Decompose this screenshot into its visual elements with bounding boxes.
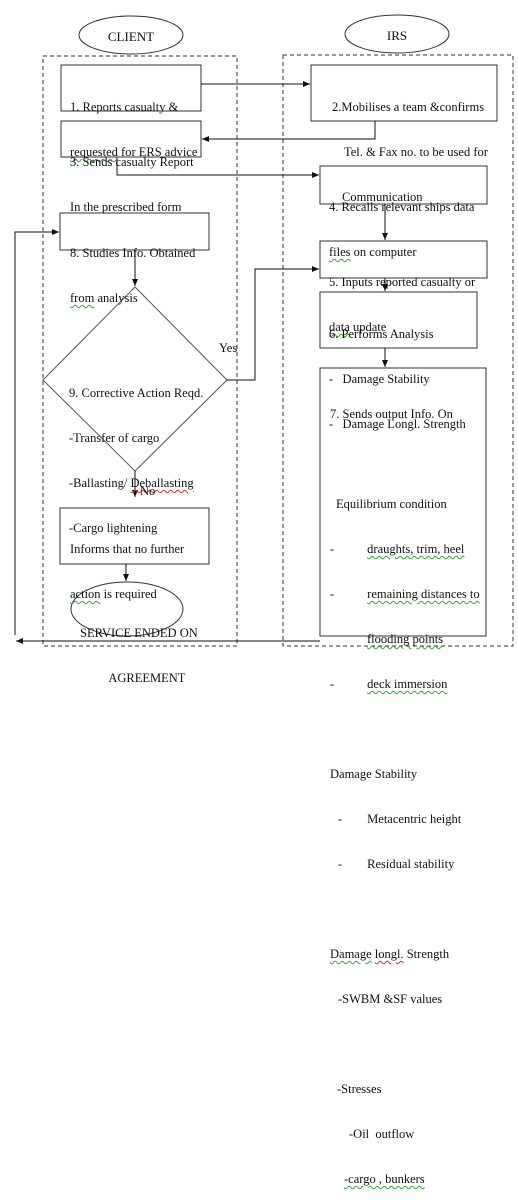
node-9-line: 9. Corrective Action Reqd. xyxy=(69,386,204,400)
dash: - xyxy=(338,812,343,826)
node-7-title: 7. Sends output Info. On xyxy=(330,407,453,421)
node-7-item: -cargo , bunkers xyxy=(330,1172,480,1187)
node-7-word: Strength xyxy=(406,947,450,961)
node-7-word: Damage xyxy=(330,947,372,961)
edge-9-yes-to-5 xyxy=(227,266,319,381)
node-3-line: In the prescribed form xyxy=(70,200,182,214)
node-3-text: 3. Sends casualty Report In the prescrib… xyxy=(70,125,194,230)
node-8-word: analysis xyxy=(94,291,138,305)
node-7-item-text: flooding points xyxy=(367,632,444,646)
dash: - xyxy=(330,587,335,601)
node-7-item: -Oil outflow xyxy=(349,1127,415,1141)
node-8-word: from xyxy=(70,291,95,305)
node-7-item-text: deck immersion xyxy=(367,677,448,691)
node-7-section-heading: Damage longl. Strength xyxy=(330,947,480,962)
edge-return-to-8 xyxy=(14,229,59,635)
node-7-section-heading: -Stresses xyxy=(337,1082,382,1096)
node-2-line: 2.Mobilises a team &confirms xyxy=(332,100,485,114)
client-lane-title: CLIENT xyxy=(107,29,155,44)
dash: - xyxy=(330,677,335,691)
node-7-item: flooding points xyxy=(330,632,480,647)
dash: - xyxy=(338,857,343,871)
node-5-line: 5. Inputs reported casualty or xyxy=(329,275,476,289)
node-8-text: 8. Studies Info. Obtained from analysis xyxy=(70,216,195,321)
node-9-line: -Ballasting/ Deballasting xyxy=(69,476,203,491)
irs-lane-title: IRS xyxy=(386,28,408,43)
node-2-line: Tel. & Fax no. to be used for xyxy=(344,145,488,159)
node-7-item-text: -cargo , bunkers xyxy=(344,1172,425,1186)
node-7-item-text: Residual stability xyxy=(367,857,455,871)
node-8-line: 8. Studies Info. Obtained xyxy=(70,246,196,260)
node-3-line: 3. Sends casualty Report xyxy=(70,155,194,169)
node-1-line: 1. Reports casualty & xyxy=(70,100,179,114)
node-7-item-text: remaining distances to xyxy=(367,587,480,601)
node-6-line: 6. Performs Analysis xyxy=(329,327,434,341)
node-7-item: - Metacentric height xyxy=(330,812,480,827)
yes-label: Yes xyxy=(219,341,238,355)
node-7-word: longl. xyxy=(374,947,404,961)
no-label: No xyxy=(140,484,156,498)
node-7-item: - remaining distances to xyxy=(330,587,480,602)
node-8-line: from analysis xyxy=(70,291,195,306)
node-9-line: -Transfer of cargo xyxy=(69,431,160,445)
node-7-text: 7. Sends output Info. On Equilibrium con… xyxy=(330,377,480,1202)
dash: - xyxy=(330,542,335,556)
node-7-item: - deck immersion xyxy=(330,677,480,692)
node-4-line: 4. Recalls relevant ships data xyxy=(329,200,475,214)
node-7-item: - draughts, trim, heel xyxy=(330,542,480,557)
node-7-section-heading: Equilibrium condition xyxy=(336,497,447,511)
end-line: SERVICE ENDED ON xyxy=(80,626,198,640)
end-text: SERVICE ENDED ON AGREEMENT xyxy=(80,596,198,701)
node-10-line: Informs that no further xyxy=(70,542,185,556)
node-7-item: -SWBM &SF values xyxy=(338,992,443,1006)
node-9-word: -Ballasting/ xyxy=(69,476,131,490)
node-7-item-text: Metacentric height xyxy=(367,812,462,826)
node-7-item: - Residual stability xyxy=(330,857,480,872)
node-7-section-heading: Damage Stability xyxy=(330,767,418,781)
end-line: AGREEMENT xyxy=(108,671,186,685)
node-7-item-text: draughts, trim, heel xyxy=(367,542,465,556)
